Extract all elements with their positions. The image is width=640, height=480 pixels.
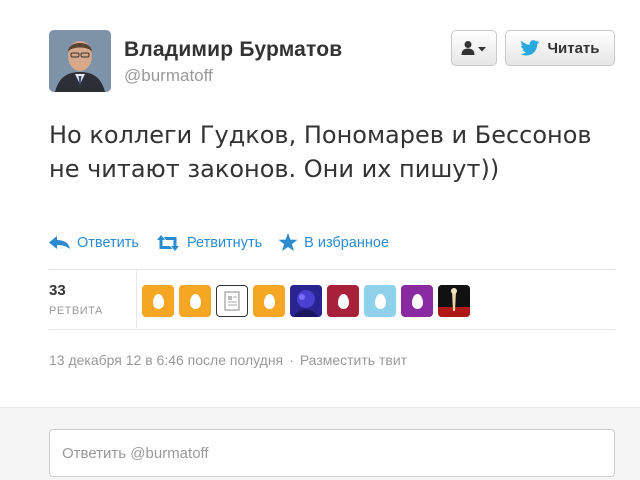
person-dropdown-icon — [461, 41, 486, 55]
retweeter-avatar[interactable] — [179, 285, 211, 317]
retweeter-avatar[interactable] — [216, 285, 248, 317]
reply-label: Ответить — [77, 234, 139, 251]
retweeter-avatar[interactable] — [290, 285, 322, 317]
tweet-meta: 13 декабря 12 в 6:46 после полудня · Разме… — [49, 352, 407, 368]
retweeter-avatar[interactable] — [364, 285, 396, 317]
author-name[interactable]: Владимир Бурматов — [124, 38, 342, 62]
egg-icon — [152, 293, 164, 309]
tweet-actions: Ответить Ретвитнуть В избранное — [49, 233, 405, 252]
retweeter-avatar[interactable] — [327, 285, 359, 317]
reply-arrow-icon — [49, 235, 70, 249]
reply-action[interactable]: Ответить — [49, 235, 139, 251]
reply-input[interactable] — [49, 429, 615, 477]
tweet-timestamp[interactable]: 13 декабря 12 в 6:46 после полудня — [49, 352, 283, 368]
tweet-text: Но коллеги Гудков, Пономарев и Бессонов … — [49, 121, 592, 183]
retweeter-avatar[interactable] — [401, 285, 433, 317]
retweeter-avatar[interactable] — [438, 285, 470, 317]
author-avatar[interactable] — [49, 30, 111, 92]
favorite-label: В избранное — [304, 234, 390, 251]
retweet-icon — [156, 234, 179, 251]
follow-button[interactable]: Читать — [505, 30, 615, 66]
embed-tweet-link[interactable]: Разместить твит — [300, 352, 407, 368]
egg-icon — [337, 293, 349, 309]
avatar-portrait — [49, 30, 111, 92]
divider — [49, 329, 615, 330]
follow-label: Читать — [547, 39, 600, 57]
twitter-bird-icon — [520, 40, 540, 56]
photo-icon — [438, 285, 470, 317]
document-icon — [224, 291, 240, 311]
reply-box — [0, 407, 640, 480]
retweeter-avatar[interactable] — [142, 285, 174, 317]
favorite-action[interactable]: В избранное — [278, 233, 389, 252]
author-handle[interactable]: @burmatoff — [124, 66, 213, 86]
photo-icon — [290, 285, 322, 317]
retweet-count-label: РЕТВИТА — [49, 305, 103, 317]
star-icon — [278, 233, 298, 251]
retweeter-avatars — [142, 285, 470, 317]
meta-separator: · — [289, 352, 294, 368]
egg-icon — [374, 293, 386, 309]
retweet-label: Ретвитнуть — [186, 234, 263, 251]
tweet-card: Владимир Бурматов @burmatoff Читать Но к… — [0, 0, 640, 480]
stats-divider — [136, 270, 137, 328]
egg-icon — [411, 293, 423, 309]
retweet-count[interactable]: 33 — [49, 282, 66, 299]
retweet-action[interactable]: Ретвитнуть — [155, 234, 263, 251]
egg-icon — [263, 293, 275, 309]
divider — [49, 269, 615, 270]
user-actions-button[interactable] — [451, 30, 497, 66]
egg-icon — [189, 293, 201, 309]
retweeter-avatar[interactable] — [253, 285, 285, 317]
